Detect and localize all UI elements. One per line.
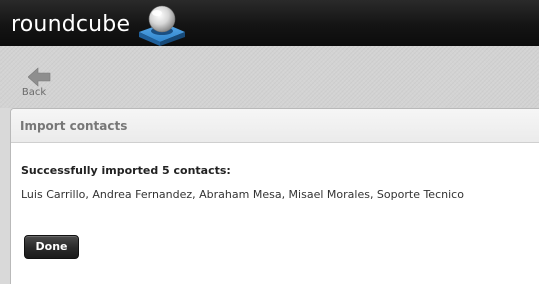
back-button[interactable]: Back [12, 61, 56, 101]
done-button[interactable]: Done [24, 235, 79, 259]
toolbar [0, 46, 539, 108]
dialog-title: Import contacts [20, 119, 128, 133]
back-arrow-icon [28, 67, 51, 87]
roundcube-logo-icon [139, 5, 185, 46]
app-header: roundcube [0, 0, 539, 46]
import-contacts-dialog: Import contacts Successfully imported 5 … [10, 108, 539, 284]
back-button-label: Back [21, 87, 47, 98]
import-success-message: Successfully imported 5 contacts: [21, 164, 231, 177]
dialog-header: Import contacts [11, 109, 539, 143]
app-logo-text: roundcube [11, 12, 131, 37]
imported-contacts-list: Luis Carrillo, Andrea Fernandez, Abraham… [21, 188, 464, 201]
